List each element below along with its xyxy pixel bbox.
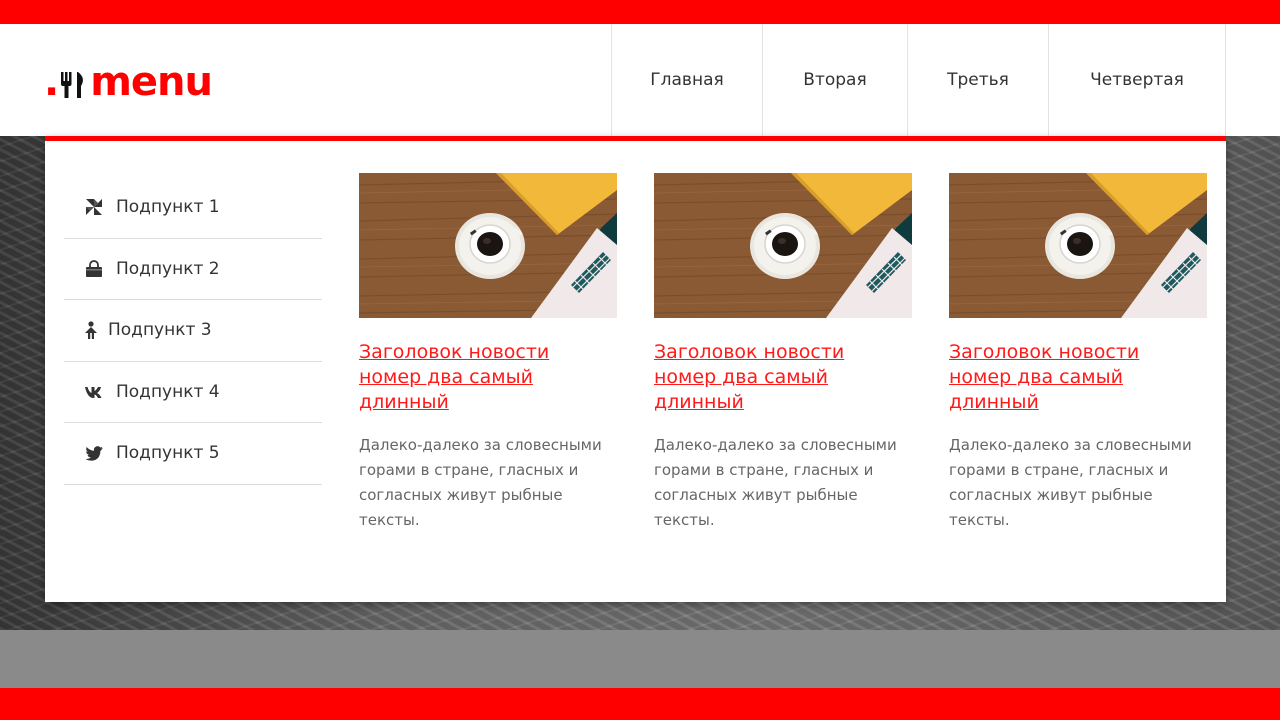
news-card-title[interactable]: Заголовок новости номер два самый длинны…: [359, 340, 617, 415]
news-card-text: Далеко-далеко за словесными горами в стр…: [654, 436, 897, 529]
pinwheel-icon: [84, 197, 104, 217]
submenu-item-5[interactable]: Подпункт 5: [64, 423, 322, 485]
shopping-bag-icon: [84, 259, 104, 279]
mega-menu-dropdown: Подпункт 1 Подпункт 2 Подпункт 3 Подпунк…: [45, 136, 1226, 602]
nav-item-second[interactable]: Вторая: [762, 24, 907, 136]
top-accent-bar: [0, 0, 1280, 24]
news-card-text: Далеко-далеко за словесными горами в стр…: [949, 436, 1192, 529]
submenu-item-label: Подпункт 4: [116, 381, 220, 402]
submenu-item-1[interactable]: Подпункт 1: [64, 177, 322, 239]
coffee-laptop-desk-image[interactable]: [949, 173, 1207, 318]
twitter-icon: [84, 443, 104, 463]
vk-icon: [84, 382, 104, 402]
nav-item-home[interactable]: Главная: [611, 24, 762, 136]
site-header: . menu Главная Вторая Третья Четвертая: [0, 24, 1280, 136]
news-card: Заголовок новости номер два самый длинны…: [654, 173, 912, 533]
logo-dot: .: [44, 59, 60, 105]
bottom-accent-bar: [0, 688, 1280, 720]
person-icon: [84, 320, 98, 340]
news-card-title[interactable]: Заголовок новости номер два самый длинны…: [949, 340, 1207, 415]
logo-text: menu: [90, 59, 213, 105]
submenu-item-3[interactable]: Подпункт 3: [64, 300, 322, 362]
coffee-laptop-desk-image[interactable]: [359, 173, 617, 318]
submenu-item-label: Подпункт 1: [116, 197, 220, 218]
nav-item-third[interactable]: Третья: [907, 24, 1048, 136]
news-card-title[interactable]: Заголовок новости номер два самый длинны…: [654, 340, 912, 415]
submenu-item-label: Подпункт 2: [116, 258, 220, 279]
submenu-list: Подпункт 1 Подпункт 2 Подпункт 3 Подпунк…: [64, 177, 322, 485]
coffee-laptop-desk-image[interactable]: [654, 173, 912, 318]
hero-bottom-strip: [0, 630, 1280, 688]
fork-knife-icon: [61, 72, 84, 98]
logo[interactable]: . menu: [44, 56, 213, 105]
submenu-item-label: Подпункт 5: [116, 443, 220, 464]
news-card: Заголовок новости номер два самый длинны…: [359, 173, 617, 533]
submenu-item-2[interactable]: Подпункт 2: [64, 239, 322, 300]
submenu-item-label: Подпункт 3: [108, 320, 212, 341]
news-card: Заголовок новости номер два самый длинны…: [949, 173, 1207, 533]
news-card-text: Далеко-далеко за словесными горами в стр…: [359, 436, 602, 529]
main-nav: Главная Вторая Третья Четвертая: [611, 24, 1226, 136]
submenu-item-4[interactable]: Подпункт 4: [64, 362, 322, 423]
nav-item-fourth[interactable]: Четвертая: [1048, 24, 1225, 136]
